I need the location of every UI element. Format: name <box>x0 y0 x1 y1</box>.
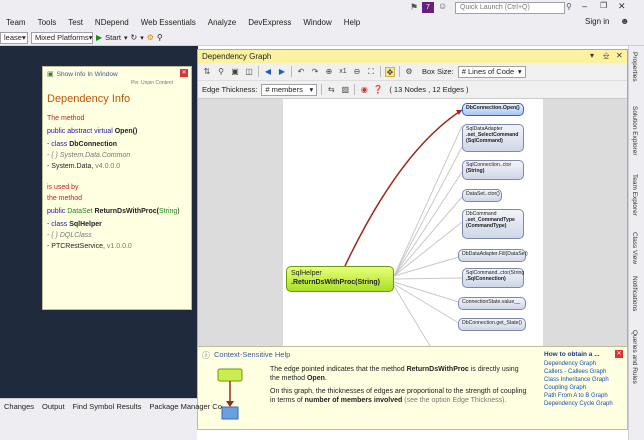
help-text-bold: number of members involved <box>304 397 403 405</box>
graph-node[interactable]: SqlCommand..ctor(String ,SqlConnection) <box>462 268 524 288</box>
graph-edge <box>393 171 463 277</box>
help-text: (see the option Edge Thickness). <box>404 397 507 405</box>
help-text-bold: ReturnDsWithProc <box>406 366 469 373</box>
context-help-title: Context-Sensitive Help <box>214 350 291 359</box>
node-label: ,SqlConnection) <box>466 276 506 283</box>
graph-node[interactable]: SqlDataAdapter .set_SelectCommand (SqlCo… <box>462 124 524 152</box>
side-tab-class-view[interactable]: Class View <box>631 232 638 264</box>
node-label: (SqlCommand) <box>466 138 503 145</box>
how-to-links: How to obtain a ... Dependency Graph Cal… <box>544 351 624 409</box>
side-tab-bar: Properties Solution Explorer Team Explor… <box>628 46 644 440</box>
side-tab-team-explorer[interactable]: Team Explorer <box>631 174 638 216</box>
graph-node[interactable]: DbConnection.Open() <box>462 103 524 116</box>
node-label: DbConnection.get_State() <box>462 320 522 326</box>
node-label: DataSet..ctor() <box>466 191 500 197</box>
graph-node[interactable]: DbDataAdapter.Fill(DataSet) <box>458 249 528 262</box>
node-label: (String) <box>466 168 485 175</box>
side-tab-solution-explorer[interactable]: Solution Explorer <box>631 106 638 156</box>
help-link[interactable]: Callers - Callees Graph <box>544 368 624 376</box>
main-graph-node[interactable]: SqlHelper .ReturnDsWithProc(String) <box>286 266 394 292</box>
help-link[interactable]: Dependency Graph <box>544 360 624 368</box>
bottom-tool-tabs: Changes Output Find Symbol Results Packa… <box>0 398 222 414</box>
graph-node[interactable]: SqlConnection..ctor (String) <box>462 160 524 180</box>
graph-edge <box>393 277 463 280</box>
highlighted-edge <box>344 109 463 267</box>
help-link[interactable]: Path From A to B Graph <box>544 392 624 400</box>
help-icon: ⓘ <box>202 351 210 360</box>
node-label: DbDataAdapter.Fill(DataSet) <box>462 251 528 257</box>
help-link[interactable]: Coupling Graph <box>544 384 624 392</box>
graph-edge <box>393 196 463 277</box>
graph-node[interactable]: DataSet..ctor() <box>462 189 502 202</box>
tab-changes[interactable]: Changes <box>0 402 38 411</box>
main-node-class: SqlHelper <box>291 270 322 277</box>
graph-edge <box>393 221 463 277</box>
graph-edge <box>393 283 463 326</box>
node-label: (CommandType) <box>466 223 507 230</box>
tab-find-symbol-results[interactable]: Find Symbol Results <box>69 402 146 411</box>
graph-node[interactable]: DbConnection.get_State() <box>458 318 526 331</box>
side-tab-queries-and-rules[interactable]: Queries and Rules <box>631 330 638 384</box>
status-area <box>0 414 197 440</box>
graph-edge-illustration <box>217 368 243 420</box>
illustration-source-node <box>217 368 243 382</box>
how-to-title: How to obtain a ... <box>544 351 600 358</box>
graph-node[interactable]: ConnectionState.value__ <box>458 297 526 310</box>
help-text-bold: Open <box>306 375 325 383</box>
side-tab-notifications[interactable]: Notifications <box>631 276 638 311</box>
node-label: ConnectionState.value__ <box>462 299 520 305</box>
help-link[interactable]: Dependency Cycle Graph <box>544 400 624 408</box>
help-link[interactable]: Class Inheritance Graph <box>544 376 624 384</box>
context-help-panel: ⓘ Context-Sensitive Help ✕ The edge poin… <box>197 346 628 430</box>
help-paragraph-2: On this graph, the thicknesses of edges … <box>270 387 530 405</box>
help-paragraph-1: The edge pointed indicates that the meth… <box>270 365 530 383</box>
tab-package-manager-console[interactable]: Package Manager Co <box>145 402 226 411</box>
help-text: . <box>324 375 327 383</box>
node-label: DbConnection.Open() <box>466 105 520 111</box>
edge-group <box>393 125 463 347</box>
graph-edge <box>393 255 463 277</box>
main-node-method: .ReturnDsWithProc(String) <box>291 279 380 287</box>
side-tab-properties[interactable]: Properties <box>631 52 638 82</box>
graph-node[interactable]: DbCommand .set_CommandType (CommandType) <box>462 209 524 239</box>
tab-output[interactable]: Output <box>38 402 69 411</box>
help-text: The edge pointed indicates that the meth… <box>270 366 405 373</box>
graph-edge <box>393 125 463 277</box>
illustration-arrowhead <box>226 401 234 407</box>
graph-edge <box>393 281 463 304</box>
